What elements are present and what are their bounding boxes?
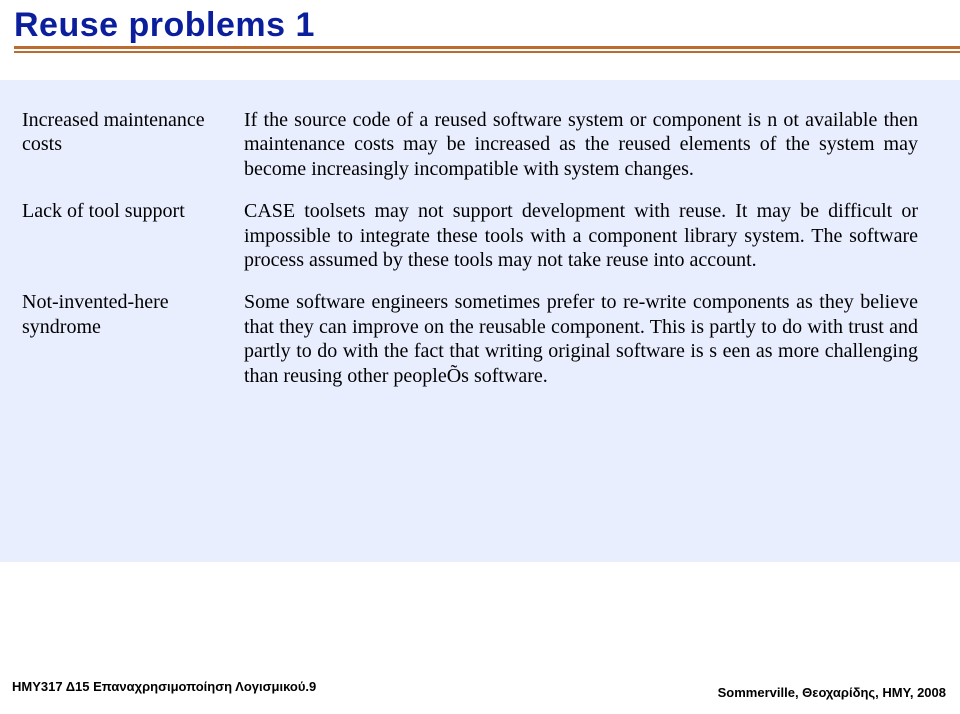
footer-left: ΗΜΥ317 Δ15 Επαναχρησιμοποίηση Λογισμικού… [12,679,316,694]
row-label: Lack of tool support [22,199,244,272]
content-band: Increased maintenance costs If the sourc… [0,80,960,562]
table-row: Not-invented-here syndrome Some software… [22,290,918,388]
divider-thick [14,46,960,49]
row-text: If the source code of a reused software … [244,108,918,181]
row-label: Not-invented-here syndrome [22,290,244,388]
page-title: Reuse problems 1 [14,6,315,44]
row-text: CASE toolsets may not support developmen… [244,199,918,272]
divider-thin [14,51,960,53]
row-text: Some software engineers sometimes prefer… [244,290,918,388]
table-row: Increased maintenance costs If the sourc… [22,108,918,181]
table-row: Lack of tool support CASE toolsets may n… [22,199,918,272]
footer-right: Sommerville, Θεοχαρίδης, ΗΜΥ, 2008 [718,685,946,700]
row-label: Increased maintenance costs [22,108,244,181]
